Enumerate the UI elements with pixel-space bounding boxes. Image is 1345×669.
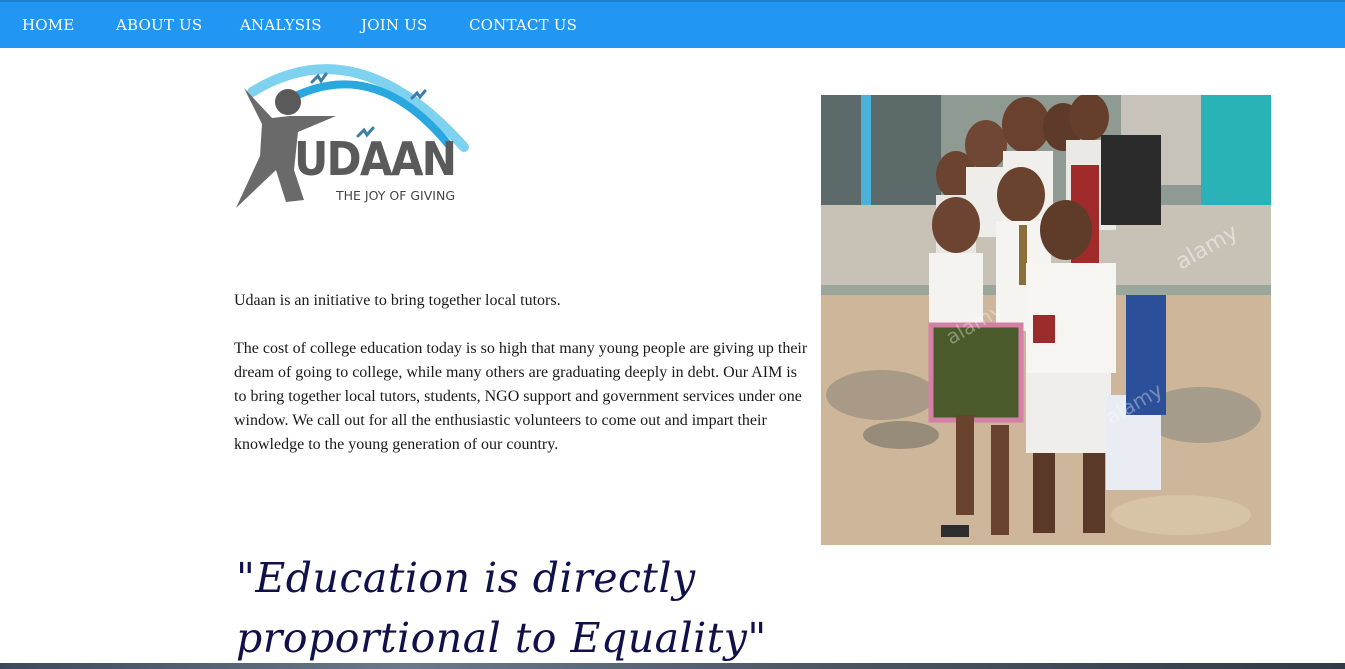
top-navigation-bar: HOME ABOUT US ANALYSIS JOIN US CONTACT U… bbox=[0, 0, 1345, 48]
intro-paragraph: Udaan is an initiative to bring together… bbox=[234, 292, 561, 309]
logo-wordmark: UDAAN bbox=[294, 132, 457, 186]
nav-about-us-link[interactable]: ABOUT US bbox=[116, 2, 202, 48]
students-photo: alamy alamy alamy bbox=[821, 95, 1271, 545]
students-photo-illustration: alamy alamy alamy bbox=[821, 95, 1271, 545]
nav-contact-us-link[interactable]: CONTACT US bbox=[469, 2, 577, 48]
mission-paragraph: The cost of college education today is s… bbox=[234, 340, 808, 453]
logo-tagline: THE JOY OF GIVING bbox=[336, 188, 456, 203]
quote-heading: "Education is directly proportional to E… bbox=[236, 554, 767, 662]
nav-home-link[interactable]: HOME bbox=[22, 2, 75, 48]
udaan-logo: UDAAN THE JOY OF GIVING bbox=[232, 52, 474, 212]
nav-analysis-link[interactable]: ANALYSIS bbox=[240, 2, 322, 48]
taskbar-edge bbox=[0, 663, 1345, 669]
nav-join-us-link[interactable]: JOIN US bbox=[361, 2, 427, 48]
